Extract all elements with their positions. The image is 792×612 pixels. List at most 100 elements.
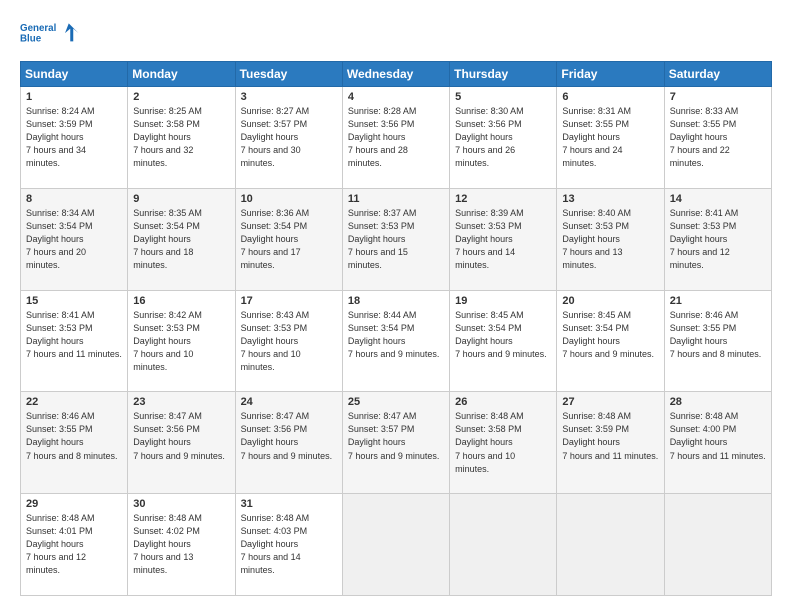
day-header-wednesday: Wednesday bbox=[342, 62, 449, 87]
day-info: Sunrise: 8:34 AMSunset: 3:54 PMDaylight … bbox=[26, 207, 122, 272]
header-row: SundayMondayTuesdayWednesdayThursdayFrid… bbox=[21, 62, 772, 87]
day-number: 24 bbox=[241, 396, 337, 408]
day-number: 7 bbox=[670, 91, 766, 103]
day-info: Sunrise: 8:41 AMSunset: 3:53 PMDaylight … bbox=[670, 207, 766, 272]
day-info: Sunrise: 8:27 AMSunset: 3:57 PMDaylight … bbox=[241, 105, 337, 170]
day-number: 19 bbox=[455, 295, 551, 307]
day-cell: 3 Sunrise: 8:27 AMSunset: 3:57 PMDaylight… bbox=[235, 87, 342, 189]
day-info: Sunrise: 8:45 AMSunset: 3:54 PMDaylight … bbox=[455, 309, 551, 361]
week-row-1: 1 Sunrise: 8:24 AMSunset: 3:59 PMDaylight… bbox=[21, 87, 772, 189]
day-info: Sunrise: 8:42 AMSunset: 3:53 PMDaylight … bbox=[133, 309, 229, 374]
day-number: 6 bbox=[562, 91, 658, 103]
day-info: Sunrise: 8:43 AMSunset: 3:53 PMDaylight … bbox=[241, 309, 337, 374]
day-cell: 2Sunrise: 8:25 AMSunset: 3:58 PMDaylight… bbox=[128, 87, 235, 189]
day-cell: 26Sunrise: 8:48 AMSunset: 3:58 PMDayligh… bbox=[450, 392, 557, 494]
week-row-5: 29Sunrise: 8:48 AMSunset: 4:01 PMDayligh… bbox=[21, 494, 772, 596]
day-header-monday: Monday bbox=[128, 62, 235, 87]
svg-text:Blue: Blue bbox=[20, 33, 42, 44]
day-cell: 14 Sunrise: 8:41 AMSunset: 3:53 PMDayligh… bbox=[664, 188, 771, 290]
day-cell: 4 Sunrise: 8:28 AMSunset: 3:56 PMDaylight… bbox=[342, 87, 449, 189]
day-cell: 8 Sunrise: 8:34 AMSunset: 3:54 PMDaylight… bbox=[21, 188, 128, 290]
day-number: 31 bbox=[241, 498, 337, 510]
week-row-4: 22 Sunrise: 8:46 AMSunset: 3:55 PMDayligh… bbox=[21, 392, 772, 494]
day-cell: 28 Sunrise: 8:48 AMSunset: 4:00 PMDayligh… bbox=[664, 392, 771, 494]
day-header-sunday: Sunday bbox=[21, 62, 128, 87]
day-number: 8 bbox=[26, 193, 122, 205]
day-cell: 23 Sunrise: 8:47 AMSunset: 3:56 PMDayligh… bbox=[128, 392, 235, 494]
week-row-3: 15Sunrise: 8:41 AMSunset: 3:53 PMDayligh… bbox=[21, 290, 772, 392]
day-number: 23 bbox=[133, 396, 229, 408]
header: GeneralBlue bbox=[20, 16, 772, 51]
day-cell: 18Sunrise: 8:44 AMSunset: 3:54 PMDayligh… bbox=[342, 290, 449, 392]
day-number: 3 bbox=[241, 91, 337, 103]
day-cell bbox=[342, 494, 449, 596]
day-number: 10 bbox=[241, 193, 337, 205]
day-info: Sunrise: 8:45 AMSunset: 3:54 PMDaylight … bbox=[562, 309, 658, 361]
day-cell: 7 Sunrise: 8:33 AMSunset: 3:55 PMDaylight… bbox=[664, 87, 771, 189]
day-cell bbox=[557, 494, 664, 596]
day-info: Sunrise: 8:36 AMSunset: 3:54 PMDaylight … bbox=[241, 207, 337, 272]
day-cell: 24 Sunrise: 8:47 AMSunset: 3:56 PMDayligh… bbox=[235, 392, 342, 494]
day-info: Sunrise: 8:28 AMSunset: 3:56 PMDaylight … bbox=[348, 105, 444, 170]
day-header-saturday: Saturday bbox=[664, 62, 771, 87]
day-info: Sunrise: 8:46 AMSunset: 3:55 PMDaylight … bbox=[26, 410, 122, 462]
day-info: Sunrise: 8:30 AMSunset: 3:56 PMDaylight … bbox=[455, 105, 551, 170]
day-number: 9 bbox=[133, 193, 229, 205]
day-number: 16 bbox=[133, 295, 229, 307]
day-cell: 5 Sunrise: 8:30 AMSunset: 3:56 PMDaylight… bbox=[450, 87, 557, 189]
day-info: Sunrise: 8:24 AMSunset: 3:59 PMDaylight … bbox=[26, 105, 122, 170]
logo: GeneralBlue bbox=[20, 16, 80, 51]
day-number: 27 bbox=[562, 396, 658, 408]
day-number: 5 bbox=[455, 91, 551, 103]
day-info: Sunrise: 8:25 AMSunset: 3:58 PMDaylight … bbox=[133, 105, 229, 170]
svg-text:General: General bbox=[20, 23, 57, 34]
day-number: 4 bbox=[348, 91, 444, 103]
day-info: Sunrise: 8:48 AMSunset: 4:02 PMDaylight … bbox=[133, 512, 229, 577]
day-cell: 9Sunrise: 8:35 AMSunset: 3:54 PMDaylight… bbox=[128, 188, 235, 290]
day-info: Sunrise: 8:33 AMSunset: 3:55 PMDaylight … bbox=[670, 105, 766, 170]
day-number: 14 bbox=[670, 193, 766, 205]
day-cell bbox=[450, 494, 557, 596]
day-number: 30 bbox=[133, 498, 229, 510]
day-cell: 27 Sunrise: 8:48 AMSunset: 3:59 PMDayligh… bbox=[557, 392, 664, 494]
day-number: 17 bbox=[241, 295, 337, 307]
day-info: Sunrise: 8:40 AMSunset: 3:53 PMDaylight … bbox=[562, 207, 658, 272]
day-cell: 31Sunrise: 8:48 AMSunset: 4:03 PMDayligh… bbox=[235, 494, 342, 596]
day-number: 22 bbox=[26, 396, 122, 408]
day-info: Sunrise: 8:37 AMSunset: 3:53 PMDaylight … bbox=[348, 207, 444, 272]
day-info: Sunrise: 8:47 AMSunset: 3:57 PMDaylight … bbox=[348, 410, 444, 462]
day-cell: 19 Sunrise: 8:45 AMSunset: 3:54 PMDayligh… bbox=[450, 290, 557, 392]
day-cell: 21 Sunrise: 8:46 AMSunset: 3:55 PMDayligh… bbox=[664, 290, 771, 392]
day-number: 11 bbox=[348, 193, 444, 205]
day-cell bbox=[664, 494, 771, 596]
day-info: Sunrise: 8:41 AMSunset: 3:53 PMDaylight … bbox=[26, 309, 122, 361]
day-info: Sunrise: 8:47 AMSunset: 3:56 PMDaylight … bbox=[133, 410, 229, 462]
calendar-table: SundayMondayTuesdayWednesdayThursdayFrid… bbox=[20, 61, 772, 596]
day-number: 21 bbox=[670, 295, 766, 307]
day-cell: 20 Sunrise: 8:45 AMSunset: 3:54 PMDayligh… bbox=[557, 290, 664, 392]
day-number: 18 bbox=[348, 295, 444, 307]
day-info: Sunrise: 8:46 AMSunset: 3:55 PMDaylight … bbox=[670, 309, 766, 361]
day-cell: 30 Sunrise: 8:48 AMSunset: 4:02 PMDayligh… bbox=[128, 494, 235, 596]
day-cell: 10 Sunrise: 8:36 AMSunset: 3:54 PMDayligh… bbox=[235, 188, 342, 290]
day-number: 26 bbox=[455, 396, 551, 408]
logo-icon: GeneralBlue bbox=[20, 16, 80, 51]
day-info: Sunrise: 8:48 AMSunset: 4:00 PMDaylight … bbox=[670, 410, 766, 462]
day-cell: 6 Sunrise: 8:31 AMSunset: 3:55 PMDaylight… bbox=[557, 87, 664, 189]
day-number: 20 bbox=[562, 295, 658, 307]
day-cell: 25 Sunrise: 8:47 AMSunset: 3:57 PMDayligh… bbox=[342, 392, 449, 494]
day-info: Sunrise: 8:31 AMSunset: 3:55 PMDaylight … bbox=[562, 105, 658, 170]
day-cell: 1 Sunrise: 8:24 AMSunset: 3:59 PMDaylight… bbox=[21, 87, 128, 189]
day-number: 28 bbox=[670, 396, 766, 408]
day-cell: 16 Sunrise: 8:42 AMSunset: 3:53 PMDayligh… bbox=[128, 290, 235, 392]
day-number: 25 bbox=[348, 396, 444, 408]
day-number: 12 bbox=[455, 193, 551, 205]
day-info: Sunrise: 8:39 AMSunset: 3:53 PMDaylight … bbox=[455, 207, 551, 272]
day-info: Sunrise: 8:47 AMSunset: 3:56 PMDaylight … bbox=[241, 410, 337, 462]
day-cell: 15Sunrise: 8:41 AMSunset: 3:53 PMDayligh… bbox=[21, 290, 128, 392]
day-cell: 22 Sunrise: 8:46 AMSunset: 3:55 PMDayligh… bbox=[21, 392, 128, 494]
day-info: Sunrise: 8:48 AMSunset: 3:59 PMDaylight … bbox=[562, 410, 658, 462]
day-number: 29 bbox=[26, 498, 122, 510]
day-cell: 11 Sunrise: 8:37 AMSunset: 3:53 PMDayligh… bbox=[342, 188, 449, 290]
day-number: 1 bbox=[26, 91, 122, 103]
